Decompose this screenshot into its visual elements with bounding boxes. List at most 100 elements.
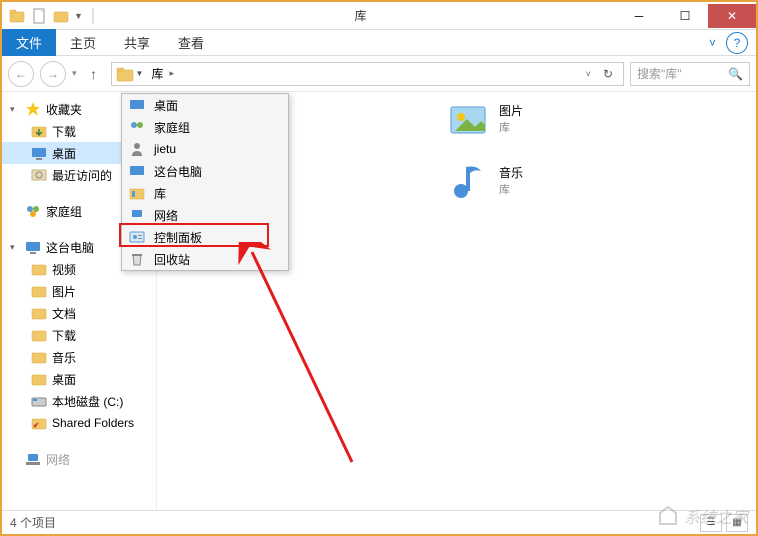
file-tab[interactable]: 文件 [2,29,56,56]
sidebar-item-label: Shared Folders [52,416,134,430]
user-icon [128,141,146,157]
homegroup-icon [128,119,146,135]
statusbar: 4 个项目 ☰ ▦ [2,510,756,534]
window-icon [8,7,26,25]
folder-icon [30,371,48,387]
share-tab[interactable]: 共享 [110,29,164,56]
desktop-icon [30,145,48,161]
address-chevron-down-icon[interactable]: ˅ [580,69,597,79]
sidebar-documents[interactable]: 文档 [2,302,156,324]
folder-small-icon[interactable] [52,7,70,25]
address-dropdown-menu: 桌面 家庭组 jietu 这台电脑 库 网络 控制面板 回收站 [121,93,289,271]
shared-folder-icon [30,415,48,431]
network-icon [24,451,42,467]
titlebar: ▼ | 库 ─ ☐ ✕ [2,2,756,30]
sidebar-item-label: 视频 [52,261,76,278]
sidebar-local-disk[interactable]: 本地磁盘 (C:) [2,390,156,412]
dropdown-label: jietu [154,142,176,156]
sidebar-item-label: 下载 [52,327,76,344]
address-bar[interactable]: ▼ 库 ▸ ˅ ↻ [111,62,624,86]
sidebar-downloads2[interactable]: 下载 [2,324,156,346]
dropdown-this-pc[interactable]: 这台电脑 [122,160,288,182]
dropdown-label: 控制面板 [154,229,202,246]
sidebar-item-label: 网络 [46,451,70,468]
dropdown-label: 桌面 [154,97,178,114]
history-dropdown-icon[interactable]: ▾ [72,68,77,79]
library-sub: 库 [499,181,523,197]
library-icon [128,185,146,201]
home-tab[interactable]: 主页 [56,29,110,56]
sidebar-item-label: 家庭组 [46,203,82,220]
maximize-button[interactable]: ☐ [662,4,708,28]
sidebar-item-label: 桌面 [52,371,76,388]
help-button[interactable]: ? [726,32,748,54]
chevron-down-icon[interactable]: ▾ [10,242,20,253]
sidebar-item-label: 文档 [52,305,76,322]
chevron-down-icon[interactable]: ▾ [10,104,20,115]
network-icon [128,207,146,223]
sidebar-item-label: 收藏夹 [46,101,82,118]
library-music[interactable]: 音乐 库 [447,158,523,202]
folder-icon [30,123,48,139]
sidebar-item-label: 最近访问的 [52,167,112,184]
item-count: 4 个项目 [10,514,56,531]
computer-icon [128,163,146,179]
dropdown-label: 回收站 [154,251,190,268]
recent-icon [30,167,48,183]
up-button[interactable]: ↑ [83,63,105,85]
music-library-icon [447,159,489,201]
dropdown-library[interactable]: 库 [122,182,288,204]
address-dropdown-icon[interactable]: ▼ [136,69,144,78]
dropdown-homegroup[interactable]: 家庭组 [122,116,288,138]
computer-icon [24,239,42,255]
pictures-library-icon [447,97,489,139]
folder-icon [30,327,48,343]
dropdown-jietu[interactable]: jietu [122,138,288,160]
qat-separator: | [91,7,95,25]
navigation-bar: ← → ▾ ↑ ▼ 库 ▸ ˅ ↻ 搜索"库" 🔍 [2,56,756,92]
chevron-right-icon[interactable]: ▸ [167,68,176,79]
forward-button[interactable]: → [40,61,66,87]
library-sub: 库 [499,119,523,135]
disk-icon [30,393,48,409]
sidebar-shared[interactable]: Shared Folders [2,412,156,434]
folder-icon [30,283,48,299]
control-panel-icon [128,229,146,245]
view-tab[interactable]: 查看 [164,29,218,56]
refresh-button[interactable]: ↻ [597,67,619,81]
qat-dropdown-icon[interactable]: ▼ [74,11,83,21]
homegroup-icon [24,203,42,219]
sidebar-music[interactable]: 音乐 [2,346,156,368]
sidebar-network[interactable]: 网络 [2,448,156,470]
dropdown-network[interactable]: 网络 [122,204,288,226]
folder-icon [30,261,48,277]
dropdown-label: 家庭组 [154,119,190,136]
search-icon: 🔍 [728,67,743,81]
new-doc-icon[interactable] [30,7,48,25]
sidebar-item-label: 桌面 [52,145,76,162]
dropdown-label: 网络 [154,207,178,224]
library-name: 图片 [499,102,523,119]
sidebar-pictures[interactable]: 图片 [2,280,156,302]
breadcrumb-library[interactable]: 库 [147,65,167,82]
sidebar-item-label: 音乐 [52,349,76,366]
window-title: 库 [105,7,616,24]
dropdown-label: 这台电脑 [154,163,202,180]
folder-icon [30,349,48,365]
ribbon-expand-icon[interactable]: ˅ [699,36,726,50]
sidebar-desktop2[interactable]: 桌面 [2,368,156,390]
library-pictures[interactable]: 图片 库 [447,96,523,140]
dropdown-recycle-bin[interactable]: 回收站 [122,248,288,270]
close-button[interactable]: ✕ [708,4,756,28]
dropdown-control-panel[interactable]: 控制面板 [122,226,288,248]
minimize-button[interactable]: ─ [616,4,662,28]
sidebar-item-label: 这台电脑 [46,239,94,256]
folder-icon [30,305,48,321]
recycle-bin-icon [128,251,146,267]
back-button[interactable]: ← [8,61,34,87]
sidebar-item-label: 下载 [52,123,76,140]
dropdown-desktop[interactable]: 桌面 [122,94,288,116]
search-input[interactable]: 搜索"库" 🔍 [630,62,750,86]
star-icon [24,101,42,117]
address-folder-icon [116,66,134,82]
